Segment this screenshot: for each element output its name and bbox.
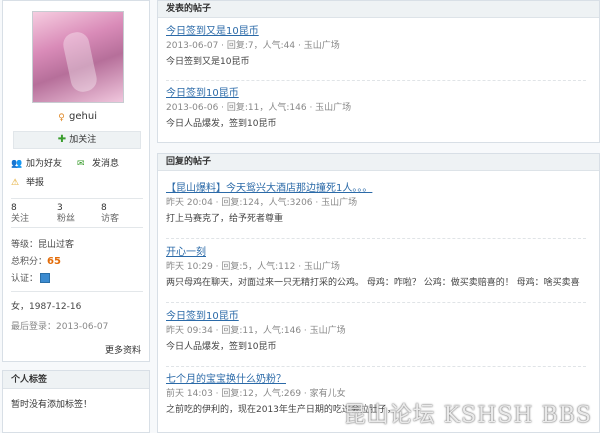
personal-tags-box: 个人标签 暂时没有添加标签！ <box>2 370 150 433</box>
stat-fans-count: 3 <box>57 203 63 213</box>
stat-fans[interactable]: 3 粉丝 <box>57 203 101 225</box>
divider <box>11 291 143 292</box>
profile-card: ♀ gehui ✚ 加关注 👥 加为好友 ✉ 发消息 ⚠ 举报 8 关注 3 粉丝 8 <box>2 0 150 362</box>
stat-visitors-count: 8 <box>101 203 107 213</box>
username-row: ♀ gehui <box>3 111 151 123</box>
post-meta: 2013-06-06 · 回复:11，人气:146 · 玉山广场 <box>166 103 352 113</box>
level-value: 昆山过客 <box>38 240 75 250</box>
cert-line: 认证： <box>11 273 51 285</box>
level-line: 等级：昆山过客 <box>11 239 74 251</box>
bio-line: 女，1987-12-16 <box>11 302 82 312</box>
post-title-link[interactable]: 开心一刻 <box>166 246 576 260</box>
personal-tags-title: 个人标签 <box>3 371 149 389</box>
avatar[interactable] <box>32 11 124 103</box>
divider <box>166 238 586 239</box>
replied-posts-title: 回复的帖子 <box>158 154 599 171</box>
personal-tags-empty: 暂时没有添加标签！ <box>11 400 93 410</box>
certification-icon[interactable] <box>40 273 51 283</box>
add-friend-icon: 👥 <box>11 159 23 169</box>
level-label: 等级： <box>11 240 39 250</box>
stats-bar: 8 关注 3 粉丝 8 访客 <box>11 198 143 228</box>
message-icon: ✉ <box>77 159 85 169</box>
watermark: 昆山论坛 KSHSH BBS <box>343 403 592 428</box>
points-label: 总积分： <box>11 257 48 267</box>
published-posts-panel: 发表的帖子 今日签到又是10昆币 2013-06-07 · 回复:7，人气:44… <box>157 0 600 143</box>
post-title-link[interactable]: 今日签到10昆币 <box>166 87 576 101</box>
post-meta: 昨天 10:29 · 回复:5，人气:112 · 玉山广场 <box>166 262 340 272</box>
divider <box>166 80 586 81</box>
stat-following-label: 关注 <box>11 214 30 224</box>
follow-button[interactable]: ✚ 加关注 <box>13 131 141 149</box>
post-meta: 昨天 20:04 · 回复:124，人气:3206 · 玉山广场 <box>166 198 358 208</box>
list-item: 今日签到又是10昆币 2013-06-07 · 回复:7，人气:44 · 玉山广… <box>166 25 576 69</box>
cert-label: 认证： <box>11 274 39 284</box>
post-excerpt: 两只母鸡在聊天，对面过来一只无精打采的公鸡。 母鸡：咋啦？ 公鸡：做买卖赔喜的！… <box>166 278 580 288</box>
list-item: 【昆山爆料】今天鸳兴大酒店那边撞死1人。。。 昨天 20:04 · 回复:124… <box>166 182 576 226</box>
send-message-label: 发消息 <box>92 159 120 169</box>
female-user-icon: ♀ <box>58 113 65 123</box>
stat-following-count: 8 <box>11 203 17 213</box>
more-info-link[interactable]: 更多资料 <box>105 343 141 356</box>
stat-fans-label: 粉丝 <box>57 214 76 224</box>
plus-icon: ✚ <box>57 134 67 145</box>
last-login: 最后登录：2013-06-07 <box>11 322 109 332</box>
stat-following[interactable]: 8 关注 <box>11 203 55 225</box>
list-item: 今日签到10昆币 2013-06-06 · 回复:11，人气:146 · 玉山广… <box>166 87 576 131</box>
follow-label: 加关注 <box>69 135 97 145</box>
report-button[interactable]: ⚠ 举报 <box>11 177 44 189</box>
post-title-link[interactable]: 【昆山爆料】今天鸳兴大酒店那边撞死1人。。。 <box>166 182 576 196</box>
warning-icon: ⚠ <box>11 178 20 188</box>
post-meta: 2013-06-07 · 回复:7，人气:44 · 玉山广场 <box>166 41 340 51</box>
username[interactable]: gehui <box>69 111 97 122</box>
post-title-link[interactable]: 今日签到又是10昆币 <box>166 25 576 39</box>
stat-visitors-label: 访客 <box>101 214 120 224</box>
list-item: 开心一刻 昨天 10:29 · 回复:5，人气:112 · 玉山广场 两只母鸡在… <box>166 246 580 290</box>
list-item: 今日签到10昆币 昨天 09:34 · 回复:11，人气:146 · 玉山广场 … <box>166 310 576 354</box>
report-label: 举报 <box>26 178 45 188</box>
post-excerpt: 今日人品爆发，签到10昆币 <box>166 119 277 129</box>
send-message-button[interactable]: ✉ 发消息 <box>77 158 119 170</box>
add-friend-label: 加为好友 <box>26 159 63 169</box>
post-excerpt: 今日签到又是10昆币 <box>166 57 250 67</box>
post-excerpt: 打上马赛克了，给予死者尊重 <box>166 214 284 224</box>
divider <box>166 302 586 303</box>
published-posts-title: 发表的帖子 <box>158 1 599 18</box>
stat-visitors[interactable]: 8 访客 <box>101 203 145 225</box>
points-value: 65 <box>47 256 61 267</box>
points-line: 总积分：65 <box>11 256 61 268</box>
left-column: ♀ gehui ✚ 加关注 👥 加为好友 ✉ 发消息 ⚠ 举报 8 关注 3 粉丝 8 <box>2 0 150 433</box>
post-excerpt: 今日人品爆发，签到10昆币 <box>166 342 277 352</box>
divider <box>166 366 586 367</box>
post-title-link[interactable]: 今日签到10昆币 <box>166 310 576 324</box>
add-friend-button[interactable]: 👥 加为好友 <box>11 158 62 170</box>
replied-posts-panel: 回复的帖子 【昆山爆料】今天鸳兴大酒店那边撞死1人。。。 昨天 20:04 · … <box>157 153 600 433</box>
post-meta: 昨天 09:34 · 回复:11，人气:146 · 玉山广场 <box>166 326 346 336</box>
post-title-link[interactable]: 七个月的宝宝换什么奶粉？ <box>166 373 576 387</box>
